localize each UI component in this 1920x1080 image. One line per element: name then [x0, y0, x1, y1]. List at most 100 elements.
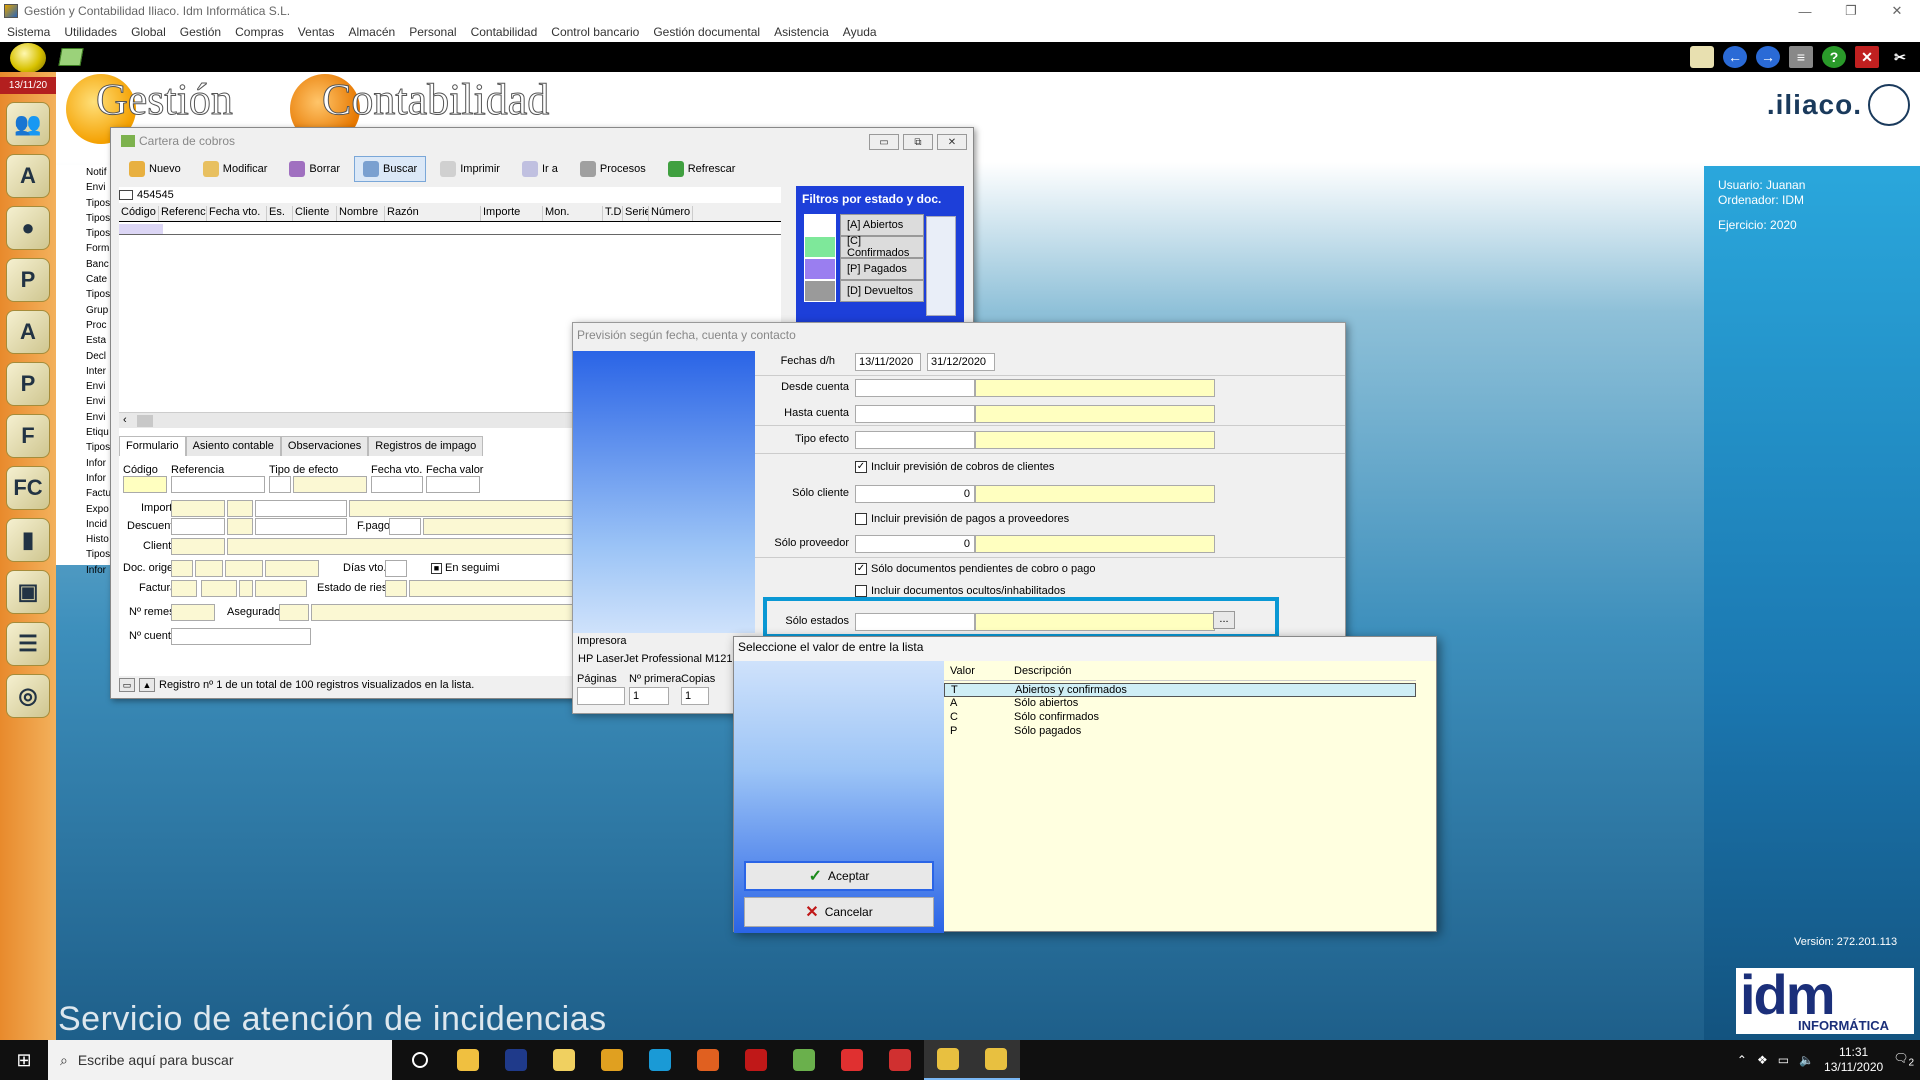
taskbar-rx-button[interactable] — [876, 1040, 924, 1080]
toolbar-imprimir-button[interactable]: Imprimir — [432, 156, 508, 182]
taskbar-filezilla-button[interactable] — [732, 1040, 780, 1080]
doc-origen-c-field[interactable] — [225, 560, 263, 577]
side-menu-item[interactable]: Notif — [56, 165, 112, 180]
mail-icon[interactable] — [1690, 46, 1714, 68]
solo-cliente-field[interactable]: 0 — [855, 485, 975, 503]
importe-field[interactable] — [171, 500, 225, 517]
filters-scrollbar[interactable] — [926, 216, 956, 316]
fecha-hasta-field[interactable]: 31/12/2020 — [927, 353, 995, 371]
col-descripcion[interactable]: Descripción — [1014, 665, 1071, 677]
browse-button[interactable]: ... — [1213, 611, 1235, 629]
filter-swatch[interactable] — [804, 214, 836, 236]
fecha-desde-field[interactable]: 13/11/2020 — [855, 353, 921, 371]
toolbar-borrar-button[interactable]: Borrar — [281, 156, 348, 182]
person-icon[interactable]: ● — [6, 206, 50, 250]
side-menu-item[interactable]: Tipos — [56, 287, 112, 302]
book-icon[interactable]: ▮ — [6, 518, 50, 562]
close-button[interactable]: ✕ — [1874, 0, 1920, 22]
doc-origen-d-field[interactable] — [265, 560, 319, 577]
side-menu-item[interactable]: Envi — [56, 180, 112, 195]
col-valor[interactable]: Valor — [950, 665, 975, 677]
tab-asiento-contable[interactable]: Asiento contable — [185, 436, 281, 456]
taskbar-search-input[interactable]: Escribe aquí para buscar — [78, 1052, 234, 1068]
factura-b-field[interactable] — [201, 580, 237, 597]
windows-list-icon[interactable]: ≡ — [1789, 46, 1813, 68]
users-icon[interactable]: 👥 — [6, 102, 50, 146]
factura-c-field[interactable] — [239, 580, 253, 597]
incluir-pagos-checkbox[interactable]: Incluir previsión de pagos a proveedores — [855, 513, 1069, 525]
back-arrow-icon[interactable]: ← — [1723, 46, 1747, 68]
estado-riesgo-desc-field[interactable] — [409, 580, 575, 597]
side-menu-item[interactable]: Decl — [56, 349, 112, 364]
help-icon[interactable]: ? — [1822, 46, 1846, 68]
filter-swatch[interactable] — [804, 280, 836, 302]
n-cuenta-field[interactable] — [171, 628, 311, 645]
toolbar-refrescar-button[interactable]: Refrescar — [660, 156, 744, 182]
incluir-ocultos-checkbox[interactable]: Incluir documentos ocultos/inhabilitados — [855, 585, 1065, 597]
taskbar-notepad-button[interactable] — [780, 1040, 828, 1080]
taskbar-folder-button[interactable] — [540, 1040, 588, 1080]
aseguradora-desc-field[interactable] — [311, 604, 575, 621]
incluir-pagos-box[interactable] — [855, 513, 867, 525]
factura-a-field[interactable] — [171, 580, 197, 597]
en-seguimiento-box[interactable]: ■ — [431, 562, 442, 574]
tipo-efecto-desc-field[interactable] — [975, 431, 1215, 449]
list-item[interactable]: T Abiertos y confirmados — [944, 683, 1416, 697]
column-header[interactable]: Nombre — [337, 206, 385, 221]
tipo-efecto-field[interactable] — [855, 431, 975, 449]
clock[interactable]: 11:31 13/11/2020 — [1824, 1045, 1883, 1075]
solo-pendientes-checkbox[interactable]: ✓ Sólo documentos pendientes de cobro o p… — [855, 563, 1095, 575]
service-banner[interactable]: Servicio de atención de incidencias — [58, 1000, 607, 1039]
tray-chevron-icon[interactable]: ⌃ — [1737, 1053, 1747, 1067]
tab-registros-de-impago[interactable]: Registros de impago — [368, 436, 484, 456]
cliente-code-field[interactable] — [171, 538, 225, 555]
taskbar-task-view-button[interactable] — [396, 1040, 444, 1080]
toolbar-procesos-button[interactable]: Procesos — [572, 156, 654, 182]
column-header[interactable]: Mon. — [543, 206, 603, 221]
solo-proveedor-desc-field[interactable] — [975, 535, 1215, 553]
importe-2-field[interactable] — [255, 500, 347, 517]
aseguradora-code-field[interactable] — [279, 604, 309, 621]
toolbar-modificar-button[interactable]: Modificar — [195, 156, 276, 182]
taskbar-anydesk-button[interactable] — [828, 1040, 876, 1080]
menu-item-contabilidad[interactable]: Contabilidad — [464, 25, 545, 39]
scroll-left-icon[interactable]: ‹ — [123, 414, 127, 426]
printer-select[interactable]: HP LaserJet Professional M1217 — [575, 651, 753, 669]
box-icon[interactable]: ▣ — [6, 570, 50, 614]
forward-arrow-icon[interactable]: → — [1756, 46, 1780, 68]
side-menu-item[interactable]: Tipos — [56, 196, 112, 211]
column-header[interactable]: Cliente — [293, 206, 337, 221]
side-menu-item[interactable]: Proc — [56, 318, 112, 333]
descuento-2-field[interactable] — [255, 518, 347, 535]
copias-field[interactable]: 1 — [681, 687, 709, 705]
toolbar-buscar-button[interactable]: Buscar — [353, 156, 427, 182]
cartera-minimize-button[interactable]: ▭ — [869, 134, 899, 150]
hasta-cuenta-field[interactable] — [855, 405, 975, 423]
network-icon[interactable]: ▭ — [1778, 1053, 1789, 1067]
collapse-up-icon[interactable]: ▲ — [139, 678, 155, 692]
side-menu-item[interactable]: Tipos — [56, 440, 112, 455]
column-header[interactable]: Razón — [385, 206, 481, 221]
person-a-icon[interactable]: A — [6, 310, 50, 354]
side-menu-item[interactable]: Factu — [56, 486, 112, 501]
list-item[interactable]: A Sólo abiertos — [944, 697, 1416, 711]
side-menu-item[interactable]: Tipos — [56, 226, 112, 241]
menu-item-control-bancario[interactable]: Control bancario — [544, 25, 646, 39]
fecha-valor-field[interactable] — [426, 476, 480, 493]
cliente-name-field[interactable] — [227, 538, 575, 555]
descuento-field[interactable] — [171, 518, 225, 535]
filter-swatch[interactable] — [804, 236, 836, 258]
fc-icon[interactable]: FC — [6, 466, 50, 510]
home-orb-icon[interactable] — [10, 43, 46, 73]
cartera-close-button[interactable]: ✕ — [937, 134, 967, 150]
side-menu-item[interactable]: Cate — [56, 272, 112, 287]
side-menu-item[interactable]: Inter — [56, 364, 112, 379]
taskbar-photoshop-button[interactable] — [492, 1040, 540, 1080]
desde-cuenta-desc-field[interactable] — [975, 379, 1215, 397]
minimize-button[interactable]: — — [1782, 0, 1828, 22]
filter-button[interactable]: [D] Devueltos — [840, 280, 924, 302]
hasta-cuenta-desc-field[interactable] — [975, 405, 1215, 423]
filter-button[interactable]: [A] Abiertos — [840, 214, 924, 236]
dropbox-icon[interactable]: ❖ — [1757, 1053, 1768, 1067]
side-menu-item[interactable]: Tipos — [56, 547, 112, 562]
